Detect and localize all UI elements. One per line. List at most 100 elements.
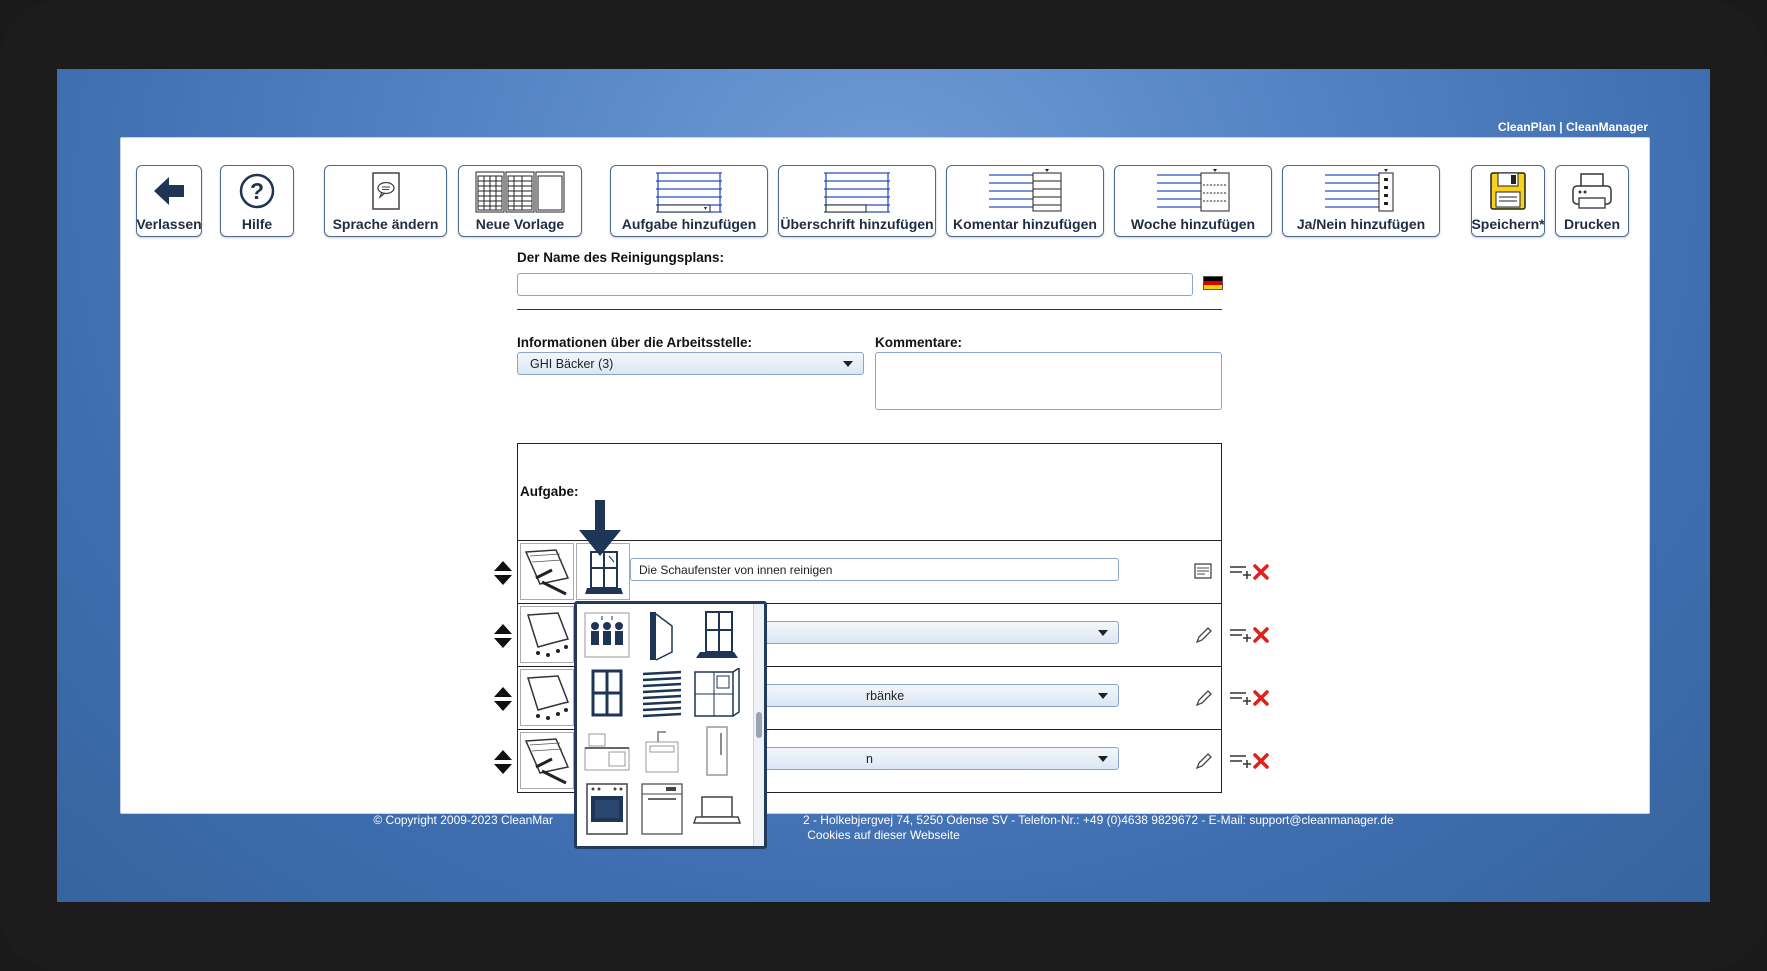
door-icon-option[interactable] [635, 606, 689, 663]
add-row-icon[interactable] [1229, 564, 1253, 580]
oven-icon-option[interactable] [580, 780, 634, 837]
popup-scrollbar-thumb[interactable] [756, 712, 762, 738]
workplace-select-value: GHI Bäcker (3) [530, 356, 614, 371]
wet-cloth-icon-cell[interactable] [520, 669, 574, 726]
kitchen-icon-option[interactable] [580, 722, 634, 779]
notes-icon[interactable] [1194, 563, 1212, 579]
fridge-icon-option[interactable] [690, 722, 744, 779]
speech-bubble-icon [371, 172, 400, 210]
workplace-label: Informationen über die Arbeitsstelle: [517, 335, 753, 350]
laptop-icon-option[interactable] [690, 780, 744, 837]
print-button[interactable]: Drucken [1555, 165, 1629, 237]
plan-name-label: Der Name des Reinigungsplans: [517, 250, 725, 265]
new-template-button[interactable]: Neue Vorlage [458, 165, 582, 237]
sort-handle-icon[interactable] [493, 686, 513, 712]
add-comment-table-icon [989, 169, 1062, 212]
workplace-select[interactable]: GHI Bäcker (3) [517, 352, 864, 375]
fridge-icon [706, 725, 728, 776]
help-button[interactable]: ? Hilfe [220, 165, 294, 237]
german-flag-icon[interactable] [1203, 276, 1223, 290]
help-label: Hilfe [241, 216, 273, 232]
svg-text:?: ? [250, 178, 264, 204]
delete-icon[interactable] [1252, 689, 1270, 707]
leave-label: Verlassen [136, 216, 202, 232]
add-week-table-icon [1157, 169, 1230, 212]
arrow-down-pointer-icon [579, 500, 621, 556]
print-label: Drucken [1563, 216, 1621, 232]
task-select-value: n [866, 751, 873, 766]
blinds-icon [642, 670, 682, 717]
brand-link[interactable]: CleanPlan | CleanManager [1498, 120, 1648, 134]
pencil-icon[interactable] [1195, 626, 1213, 644]
printer-icon [1572, 173, 1612, 209]
add-row-icon[interactable] [1229, 753, 1253, 769]
add-task-table-icon [656, 172, 722, 213]
add-yesno-label: Ja/Nein hinzufügen [1296, 216, 1426, 232]
footer-copyright: © Copyright 2009-2023 CleanMar 2 - Holkeb… [57, 813, 1710, 827]
delete-icon[interactable] [1252, 563, 1270, 581]
sink-icon-option[interactable] [635, 722, 689, 779]
divider [517, 309, 1222, 310]
wet-cloth-icon [527, 674, 570, 720]
change-language-label: Sprache ändern [332, 216, 439, 232]
add-yesno-table-icon [1325, 169, 1394, 212]
sort-handle-icon[interactable] [493, 560, 513, 586]
add-week-label: Woche hinzufügen [1130, 216, 1256, 232]
add-week-button[interactable]: Woche hinzufügen [1114, 165, 1272, 237]
task-column-label: Aufgabe: [520, 484, 579, 499]
app-screen: CleanPlan | CleanManager Verlassen ? Hil… [57, 69, 1710, 902]
chevron-down-icon [1098, 755, 1108, 762]
sort-handle-icon[interactable] [493, 749, 513, 775]
add-comment-label: Komentar hinzufügen [953, 216, 1097, 232]
leave-button[interactable]: Verlassen [136, 165, 202, 237]
add-heading-button[interactable]: Überschrift hinzufügen [778, 165, 936, 237]
back-arrow-icon [154, 177, 184, 205]
sort-handle-icon[interactable] [493, 623, 513, 649]
squeegee-icon-cell[interactable] [520, 543, 574, 600]
delete-icon[interactable] [1252, 626, 1270, 644]
change-language-button[interactable]: Sprache ändern [324, 165, 447, 237]
add-heading-label: Überschrift hinzufügen [780, 216, 934, 232]
chevron-down-icon [843, 360, 853, 367]
footer-copyright-left: © Copyright 2009-2023 CleanMar [373, 813, 553, 827]
blinds-icon-option[interactable] [635, 664, 689, 721]
cookies-link[interactable]: Cookies auf dieser Webseite [57, 828, 1710, 842]
popup-scrollbar[interactable] [753, 604, 764, 846]
wet-cloth-icon-cell[interactable] [520, 606, 574, 663]
templates-icon [475, 171, 565, 213]
people-icon-option[interactable] [580, 606, 634, 663]
dishwasher-icon-option[interactable] [635, 780, 689, 837]
comments-textarea[interactable] [875, 352, 1222, 410]
add-heading-table-icon [824, 172, 890, 213]
help-icon: ? [239, 173, 275, 209]
comments-label: Kommentare: [875, 335, 963, 350]
new-template-label: Neue Vorlage [475, 216, 565, 232]
add-row-icon[interactable] [1229, 627, 1253, 643]
add-row-icon[interactable] [1229, 690, 1253, 706]
plan-name-input[interactable] [517, 273, 1193, 296]
task-input[interactable] [630, 558, 1119, 581]
cabinet-icon-option[interactable] [690, 664, 744, 721]
pencil-icon[interactable] [1195, 752, 1213, 770]
chevron-down-icon [1098, 692, 1108, 699]
laptop-icon [692, 795, 742, 824]
kitchen-counter-icon [584, 733, 630, 770]
task-select-value: rbänke [866, 688, 905, 703]
oven-icon [586, 782, 628, 835]
window-icon-option[interactable] [580, 664, 634, 721]
cabinet-icon [694, 667, 740, 717]
window-frame-icon [591, 669, 623, 716]
delete-icon[interactable] [1252, 752, 1270, 770]
add-yesno-button[interactable]: Ja/Nein hinzufügen [1282, 165, 1440, 237]
add-task-label: Aufgabe hinzufügen [621, 216, 757, 232]
chevron-down-icon [1098, 629, 1108, 636]
save-button[interactable]: Speichern* [1471, 165, 1545, 237]
add-comment-button[interactable]: Komentar hinzufügen [946, 165, 1104, 237]
footer-copyright-right: 2 - Holkebjergvej 74, 5250 Odense SV - T… [802, 813, 1394, 827]
add-task-button[interactable]: Aufgabe hinzufügen [610, 165, 768, 237]
squeegee-icon-cell[interactable] [520, 732, 574, 789]
window-sill-icon-option[interactable] [690, 606, 744, 663]
floppy-disk-icon [1490, 172, 1526, 210]
pencil-icon[interactable] [1195, 689, 1213, 707]
icon-picker-popup [574, 601, 767, 849]
